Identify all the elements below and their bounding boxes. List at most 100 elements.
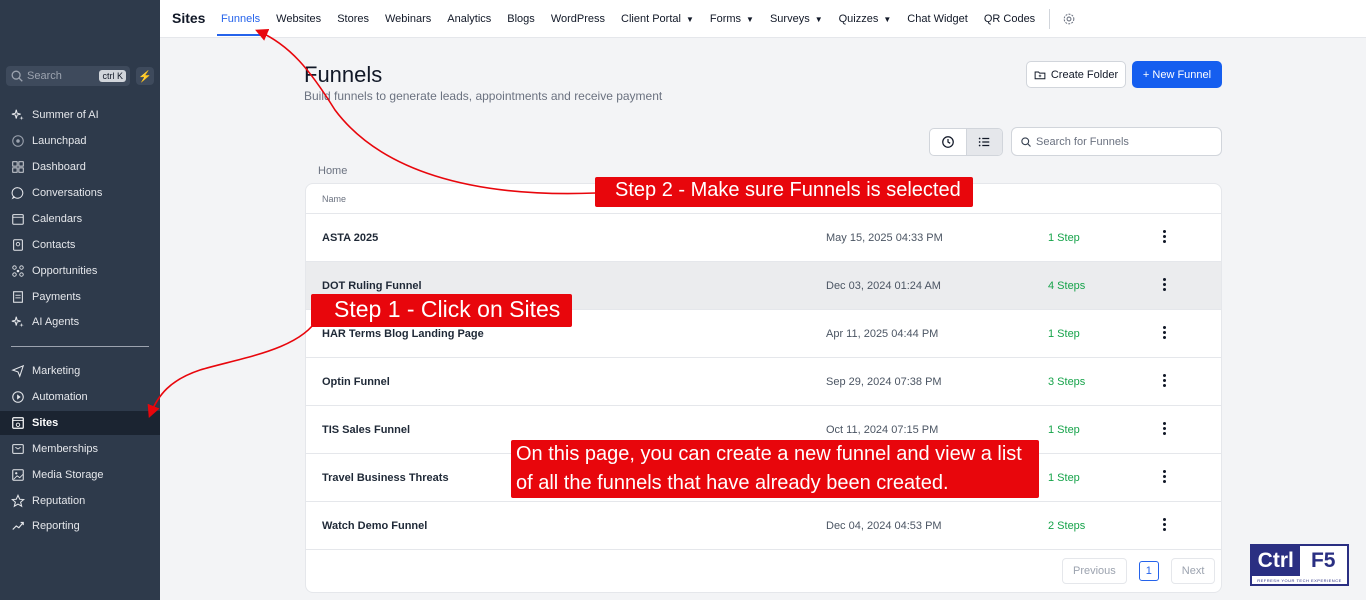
next-button[interactable]: Next — [1170, 558, 1216, 584]
funnel-name[interactable]: Watch Demo Funnel — [322, 520, 427, 532]
tab-qr-codes[interactable]: QR Codes — [976, 0, 1043, 38]
sidebar-item-marketing[interactable]: Marketing — [0, 359, 160, 383]
funnel-name[interactable]: ASTA 2025 — [322, 232, 378, 244]
funnel-date: Apr 11, 2025 04:44 PM — [826, 328, 939, 340]
more-options-icon[interactable] — [1161, 278, 1167, 291]
funnel-name[interactable]: DOT Ruling Funnel — [322, 280, 422, 292]
sidebar-item-automation[interactable]: Automation — [0, 385, 160, 409]
table-row[interactable]: Optin Funnel Sep 29, 2024 07:38 PM 3 Ste… — [306, 358, 1221, 406]
sidebar-search-input[interactable]: Search ctrl K — [6, 66, 130, 86]
funnel-search-input[interactable]: Search for Funnels — [1011, 127, 1222, 156]
sidebar-item-contacts[interactable]: Contacts — [0, 233, 160, 257]
chat-icon — [11, 187, 24, 200]
funnel-name[interactable]: TIS Sales Funnel — [322, 424, 410, 436]
tab-client-portal[interactable]: Client Portal ▼ — [613, 0, 702, 38]
top-nav-bar: Sites Funnels Websites Stores Webinars A… — [160, 0, 1366, 38]
tab-funnels[interactable]: Funnels — [213, 0, 268, 38]
star-icon — [11, 494, 25, 508]
sidebar-item-label: Contacts — [32, 239, 76, 251]
new-funnel-button[interactable]: + New Funnel — [1132, 61, 1222, 88]
dashboard-icon — [12, 161, 24, 173]
step1-arrow — [147, 317, 319, 418]
lightning-icon[interactable]: ⚡ — [136, 67, 154, 85]
funnel-steps: 1 Step — [1048, 232, 1080, 244]
sidebar-item-reporting[interactable]: Reporting — [0, 514, 160, 538]
sidebar-item-ai-agents[interactable]: AI Agents — [0, 310, 160, 334]
sidebar-item-label: Conversations — [32, 187, 103, 199]
sparkle-icon — [11, 316, 24, 328]
funnel-date: May 15, 2025 04:33 PM — [826, 232, 943, 244]
sidebar: Search ctrl K ⚡ Summer of AI Launchpad D… — [0, 0, 160, 600]
tab-label: Webinars — [384, 13, 432, 25]
sidebar-item-opportunities[interactable]: Opportunities — [0, 259, 160, 283]
tab-wordpress[interactable]: WordPress — [543, 0, 613, 38]
search-icon — [1021, 136, 1031, 147]
contacts-icon — [13, 239, 23, 251]
tab-label: Client Portal — [621, 13, 681, 25]
list-view-button[interactable] — [965, 129, 1002, 155]
tab-quizzes[interactable]: Quizzes ▼ — [831, 0, 900, 38]
page-title: Funnels — [304, 62, 383, 87]
recent-view-button[interactable] — [930, 129, 966, 155]
more-options-icon[interactable] — [1161, 470, 1167, 483]
table-row[interactable]: Watch Demo Funnel Dec 04, 2024 04:53 PM … — [306, 502, 1221, 550]
funnel-name[interactable]: Travel Business Threats — [322, 472, 449, 484]
view-toggle — [929, 128, 1003, 156]
sidebar-item-conversations[interactable]: Conversations — [0, 181, 160, 205]
pagination: Previous 1 Next — [1062, 558, 1216, 584]
logo-part1: Ctrl — [1252, 546, 1300, 576]
sidebar-item-summer-of-ai[interactable]: Summer of AI — [0, 103, 160, 127]
create-folder-button[interactable]: Create Folder — [1026, 61, 1126, 88]
tab-chat-widget[interactable]: Chat Widget — [899, 0, 976, 38]
tab-analytics[interactable]: Analytics — [439, 0, 499, 38]
sidebar-item-media-storage[interactable]: Media Storage — [0, 463, 160, 487]
sidebar-item-memberships[interactable]: Memberships — [0, 437, 160, 461]
info-callout-line2: of all the funnels that have already bee… — [516, 472, 949, 494]
tab-stores[interactable]: Stores — [329, 0, 377, 38]
tab-label: Analytics — [447, 13, 492, 25]
page-number-button[interactable]: 1 — [1138, 561, 1159, 581]
breadcrumb[interactable]: Home — [318, 165, 347, 177]
clock-icon — [941, 136, 954, 148]
more-options-icon[interactable] — [1161, 374, 1167, 387]
page-subtitle: Build funnels to generate leads, appoint… — [304, 89, 663, 103]
tab-blogs[interactable]: Blogs — [499, 0, 543, 38]
sites-icon — [12, 417, 24, 429]
sidebar-item-sites[interactable]: Sites — [0, 411, 160, 435]
trend-icon — [12, 521, 24, 530]
step2-arrow — [255, 28, 597, 195]
sidebar-item-payments[interactable]: Payments — [0, 285, 160, 309]
sidebar-item-dashboard[interactable]: Dashboard — [0, 155, 160, 179]
list-icon — [979, 137, 990, 147]
tab-webinars[interactable]: Webinars — [377, 0, 439, 38]
sidebar-search-row: Search ctrl K ⚡ — [6, 66, 154, 86]
gear-icon[interactable] — [1062, 12, 1076, 26]
top-tabs: Funnels Websites Stores Webinars Analyti… — [213, 0, 1076, 38]
sidebar-item-launchpad[interactable]: Launchpad — [0, 129, 160, 153]
sidebar-item-reputation[interactable]: Reputation — [0, 489, 160, 513]
sidebar-item-label: Summer of AI — [32, 109, 99, 121]
more-options-icon[interactable] — [1161, 230, 1167, 243]
sidebar-item-label: Marketing — [32, 365, 81, 377]
more-options-icon[interactable] — [1161, 518, 1167, 531]
chevron-down-icon: ▼ — [814, 14, 823, 24]
tab-surveys[interactable]: Surveys ▼ — [762, 0, 831, 38]
section-title: Sites — [172, 10, 206, 26]
sidebar-item-label: Sites — [32, 417, 59, 429]
tab-label: Blogs — [507, 13, 535, 25]
funnel-name[interactable]: Optin Funnel — [322, 376, 390, 388]
tab-label: QR Codes — [983, 13, 1036, 25]
more-options-icon[interactable] — [1161, 326, 1167, 339]
tab-websites[interactable]: Websites — [268, 0, 329, 38]
column-name-header: Name — [322, 193, 347, 204]
tab-forms[interactable]: Forms ▼ — [702, 0, 762, 38]
tab-label: Websites — [276, 13, 322, 25]
previous-button[interactable]: Previous — [1062, 558, 1127, 584]
logo-main: Ctrl F5 — [1252, 546, 1347, 576]
funnel-name[interactable]: HAR Terms Blog Landing Page — [322, 328, 484, 340]
logo-tagline: REFRESH YOUR TECH EXPERIENCE — [1257, 578, 1342, 583]
table-row[interactable]: ASTA 2025 May 15, 2025 04:33 PM 1 Step — [306, 214, 1221, 262]
sidebar-item-label: Reputation — [32, 495, 86, 507]
sidebar-item-calendars[interactable]: Calendars — [0, 207, 160, 231]
more-options-icon[interactable] — [1161, 422, 1167, 435]
